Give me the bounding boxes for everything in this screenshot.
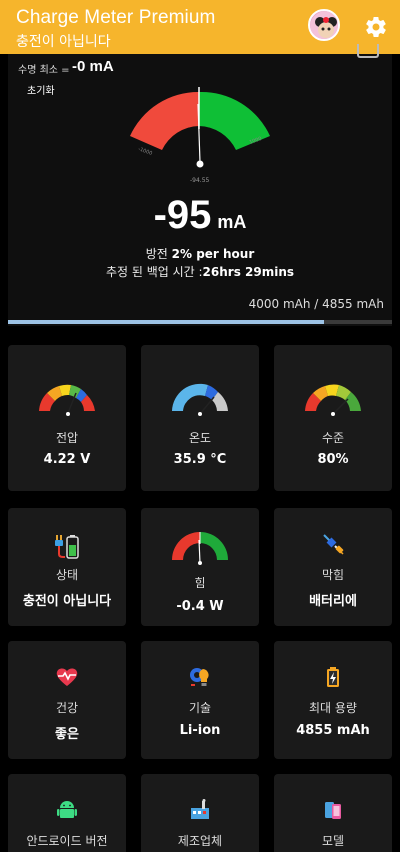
app-bar: Charge Meter Premium 충전이 아닙니다 bbox=[0, 0, 400, 54]
card-plugged[interactable]: 막힘 배터리에 bbox=[274, 508, 392, 626]
card-technology[interactable]: 기술 Li-ion bbox=[141, 641, 259, 759]
status-label: 상태 bbox=[55, 568, 79, 582]
current-gauge: -1000 1000 -94.55 bbox=[130, 87, 270, 184]
card-power[interactable]: 힘 -0.4 W bbox=[141, 508, 259, 626]
plug-icon bbox=[323, 534, 344, 555]
capacity-text: 4000 mAh / 4855 mAh bbox=[248, 297, 384, 311]
manufacturer-label: 제조업체 bbox=[177, 834, 223, 848]
backup-time: 26hrs 29mins bbox=[202, 265, 295, 279]
gear-bulb-icon bbox=[190, 668, 209, 686]
battery-charging-icon bbox=[327, 667, 339, 687]
technology-value: Li-ion bbox=[179, 723, 221, 738]
card-model[interactable]: 모델 bbox=[274, 774, 392, 852]
capacity-progress-fill bbox=[8, 320, 325, 324]
technology-label: 기술 bbox=[188, 701, 212, 715]
backup-time-line: 추정 된 백업 시간 :26hrs 29mins bbox=[0, 263, 400, 280]
gauge-needle-label: -94.55 bbox=[190, 177, 210, 184]
voltage-label: 전압 bbox=[55, 431, 79, 445]
model-label: 모델 bbox=[321, 834, 345, 848]
gauge-left-tick: -1000 bbox=[137, 146, 153, 157]
plugged-value: 배터리에 bbox=[309, 594, 357, 609]
voltage-value: 4.22 V bbox=[43, 452, 91, 467]
voltage-gauge bbox=[39, 384, 95, 416]
expand-icon[interactable] bbox=[357, 44, 379, 58]
card-voltage[interactable]: 전압 4.22 V bbox=[8, 345, 126, 491]
temperature-label: 온도 bbox=[188, 431, 212, 445]
backup-label: 추정 된 백업 시간 : bbox=[105, 265, 203, 279]
avatar-icon[interactable] bbox=[308, 9, 340, 41]
lifetime-min-label: 수명 최소 = bbox=[18, 65, 70, 76]
discharge-rate: 2% per hour bbox=[171, 247, 255, 261]
phone-icon bbox=[325, 802, 341, 819]
factory-icon bbox=[191, 799, 209, 819]
app-title: Charge Meter Premium bbox=[16, 7, 216, 28]
card-capacity[interactable]: 최대 용량 4855 mAh bbox=[274, 641, 392, 759]
level-label: 수준 bbox=[321, 431, 345, 445]
settings-gear-icon[interactable] bbox=[364, 15, 388, 39]
status-value: 충전이 아닙니다 bbox=[22, 594, 112, 609]
level-gauge bbox=[305, 384, 361, 416]
capacity-value: 4855 mAh bbox=[296, 723, 370, 738]
level-value: 80% bbox=[317, 452, 349, 467]
power-label: 힘 bbox=[194, 576, 206, 590]
health-value: 좋은 bbox=[55, 727, 79, 742]
temperature-gauge bbox=[172, 383, 228, 416]
card-android-version[interactable]: 안드로이드 버전 bbox=[8, 774, 126, 852]
capacity-progress-bar bbox=[8, 320, 392, 324]
current-readout: -95 mA bbox=[0, 193, 400, 238]
card-manufacturer[interactable]: 제조업체 bbox=[141, 774, 259, 852]
discharge-rate-line: 방전 2% per hour bbox=[0, 245, 400, 262]
capacity-label: 최대 용량 bbox=[309, 701, 357, 715]
reset-button[interactable]: 초기화 bbox=[27, 82, 55, 97]
app-subtitle: 충전이 아닙니다 bbox=[16, 34, 111, 50]
battery-plug-icon bbox=[55, 535, 79, 559]
health-label: 건강 bbox=[55, 701, 79, 715]
card-temperature[interactable]: 온도 35.9 °C bbox=[141, 345, 259, 491]
temperature-value: 35.9 °C bbox=[173, 452, 227, 467]
power-value: -0.4 W bbox=[176, 599, 224, 614]
card-status[interactable]: 상태 충전이 아닙니다 bbox=[8, 508, 126, 626]
card-health[interactable]: 건강 좋은 bbox=[8, 641, 126, 759]
plugged-label: 막힘 bbox=[321, 568, 345, 582]
lifetime-min-value: -0 mA bbox=[72, 58, 114, 75]
heart-pulse-icon bbox=[56, 668, 78, 686]
android-version-label: 안드로이드 버전 bbox=[26, 834, 108, 848]
current-unit: mA bbox=[217, 212, 247, 232]
discharge-label: 방전 bbox=[145, 247, 172, 261]
card-level[interactable]: 수준 80% bbox=[274, 345, 392, 491]
power-gauge bbox=[172, 532, 228, 565]
android-icon bbox=[57, 801, 77, 818]
current-value: -95 bbox=[153, 193, 212, 237]
